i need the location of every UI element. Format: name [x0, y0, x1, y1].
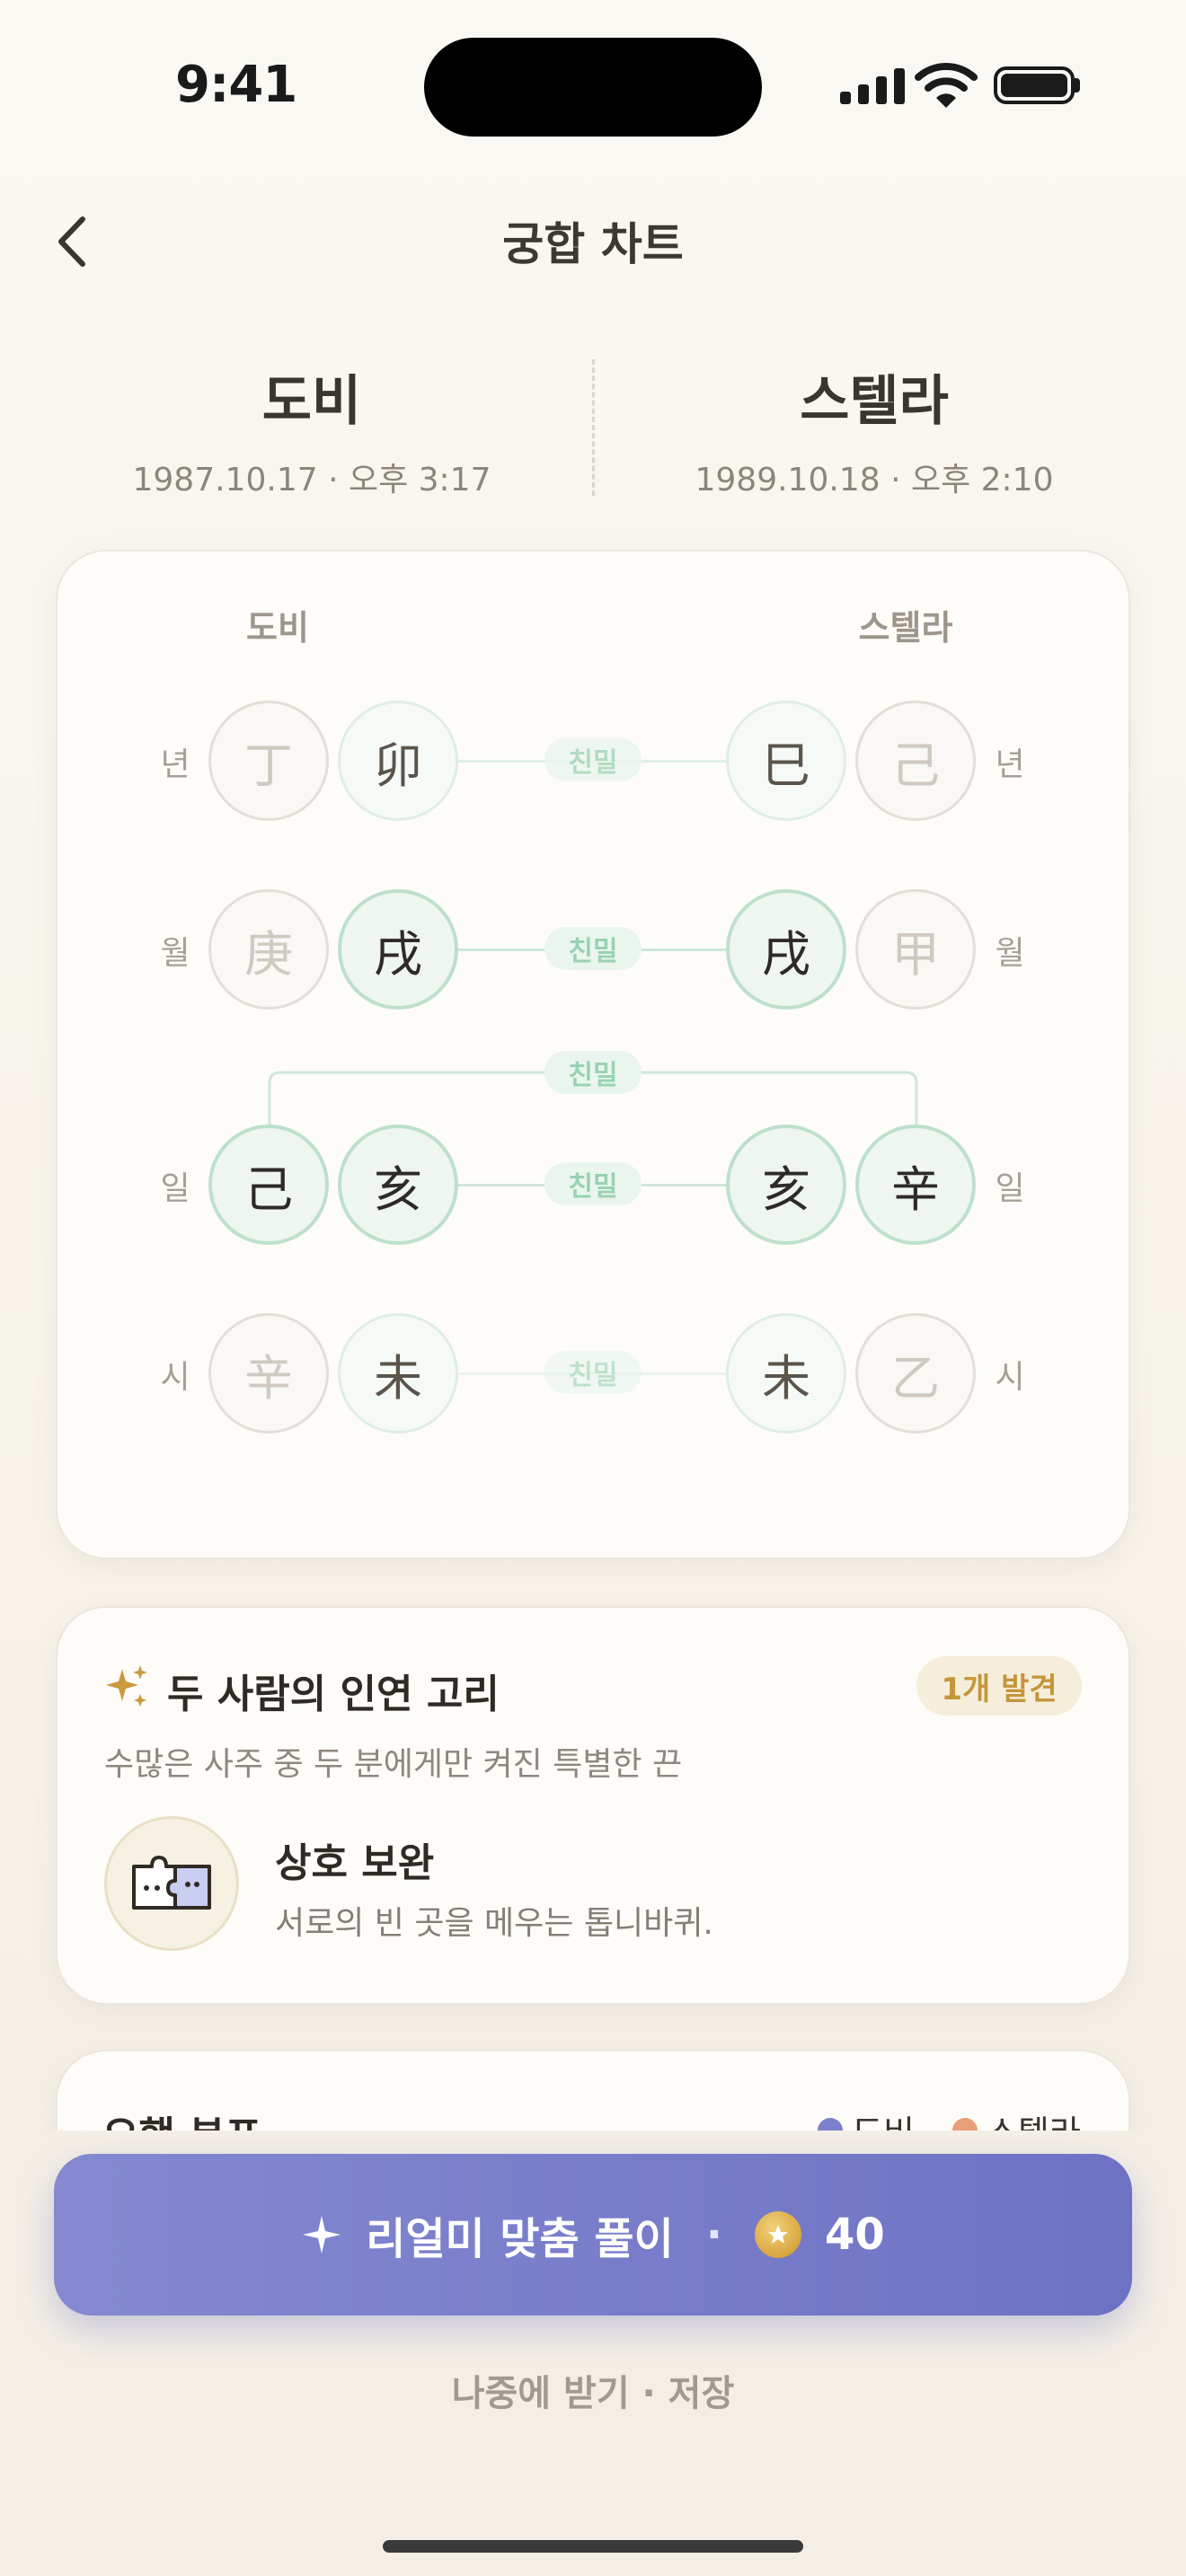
- cta-cost: 40: [824, 2210, 885, 2260]
- chart-header-left: 도비: [246, 608, 309, 648]
- connection-subtitle: 수많은 사주 중 두 분에게만 켜진 특별한 끈: [104, 1746, 683, 1783]
- hour-branch-right: 未: [726, 1313, 846, 1434]
- year-branch-right: 巳: [726, 701, 846, 821]
- month-stem-left: 庚: [208, 889, 329, 1010]
- row-label-year-left: 년: [160, 746, 190, 783]
- cta-separator: ·: [705, 2210, 722, 2260]
- year-stem-left: 丁: [208, 701, 329, 821]
- battery-icon: [994, 66, 1075, 104]
- month-link-pill: 친밀: [544, 927, 642, 970]
- wifi-icon: [915, 63, 978, 108]
- chart-header-right: 스텔라: [858, 608, 953, 648]
- coin-icon: [754, 2211, 801, 2258]
- month-stem-right: 甲: [855, 889, 976, 1010]
- puzzle-icon: [104, 1816, 239, 1951]
- custom-reading-button[interactable]: 리얼미 맞춤 풀이 · 40: [54, 2154, 1132, 2316]
- row-label-hour-right: 시: [995, 1359, 1025, 1396]
- person-birth-right: 1989.10.18 · 오후 2:10: [695, 462, 1054, 498]
- month-branch-right: 戌: [726, 889, 846, 1010]
- row-label-hour-left: 시: [160, 1359, 190, 1396]
- connection-item-title: 상호 보완: [275, 1840, 435, 1886]
- hour-link-pill: 친밀: [544, 1351, 642, 1394]
- row-label-day-right: 일: [995, 1170, 1025, 1207]
- year-branch-left: 卯: [338, 701, 458, 821]
- row-label-day-left: 일: [160, 1170, 190, 1207]
- hour-stem-right: 乙: [855, 1313, 976, 1434]
- connection-count-badge: 1개 발견: [916, 1656, 1082, 1716]
- month-branch-left: 戌: [338, 889, 458, 1010]
- day-branch-left: 亥: [338, 1125, 458, 1245]
- person-birth-left: 1987.10.17 · 오후 3:17: [132, 462, 491, 498]
- row-label-month-right: 월: [995, 935, 1025, 972]
- day-stem-left: 己: [208, 1125, 329, 1245]
- cellular-signal-icon: [840, 65, 905, 104]
- year-link-pill: 친밀: [544, 738, 642, 781]
- page-title: 궁합 차트: [502, 218, 684, 270]
- row-label-year-right: 년: [995, 746, 1025, 783]
- status-time: 9:41: [175, 56, 297, 114]
- home-indicator: [383, 2540, 803, 2553]
- person-name-left: 도비: [261, 370, 362, 433]
- day-stem-right: 辛: [855, 1125, 976, 1245]
- year-stem-right: 己: [855, 701, 976, 821]
- connection-title: 두 사람의 인연 고리: [167, 1672, 500, 1717]
- battery-tip: [1075, 78, 1080, 93]
- hour-stem-left: 辛: [208, 1313, 329, 1434]
- day-link-pill: 친밀: [544, 1051, 642, 1094]
- dynamic-island: [424, 38, 762, 137]
- connection-item-desc: 서로의 빈 곳을 메우는 톱니바퀴.: [275, 1905, 713, 1942]
- cta-label: 리얼미 맞춤 풀이: [366, 2214, 674, 2264]
- later-save-link[interactable]: 나중에 받기 · 저장: [0, 2364, 1186, 2416]
- day-branch-link-pill: 친밀: [544, 1162, 642, 1205]
- person-name-right: 스텔라: [800, 370, 949, 433]
- row-label-month-left: 월: [160, 935, 190, 972]
- day-branch-right: 亥: [726, 1125, 846, 1245]
- sparkle-icon: [303, 2216, 341, 2254]
- hour-branch-left: 未: [338, 1313, 458, 1434]
- sparkle-icon: [106, 1665, 147, 1707]
